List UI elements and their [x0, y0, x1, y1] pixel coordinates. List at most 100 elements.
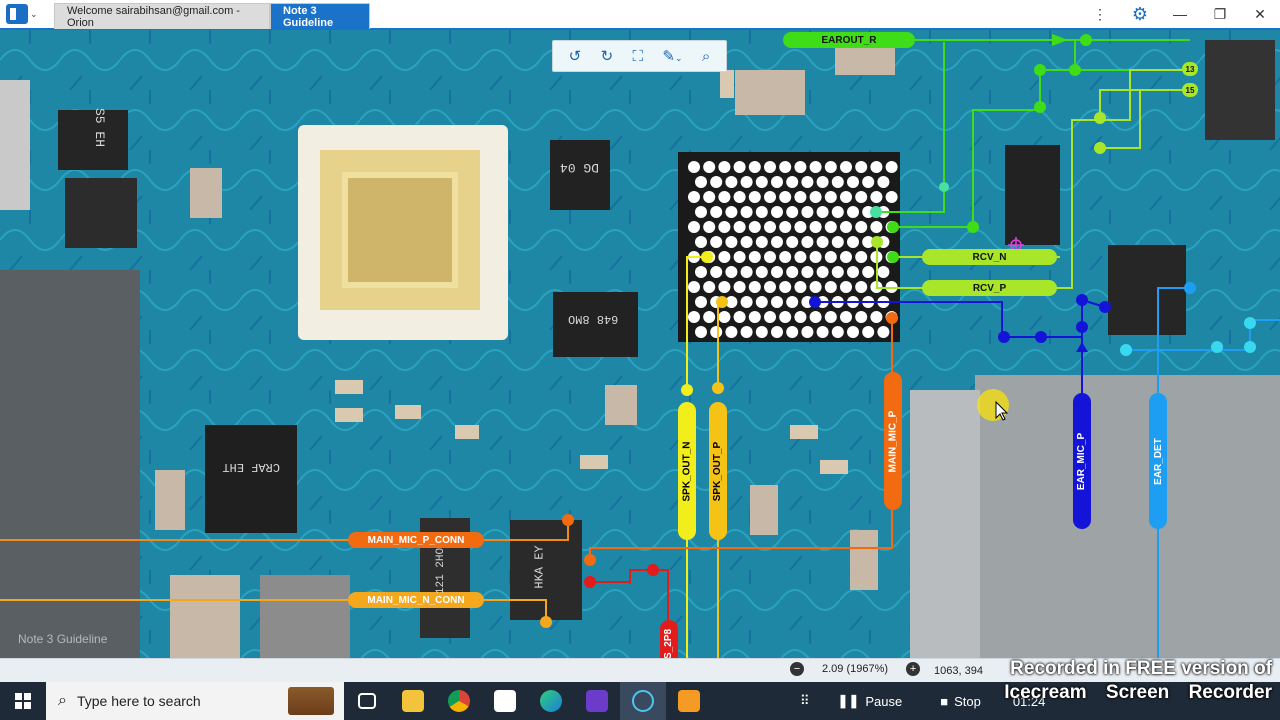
signal-label-ear-det[interactable]: EAR_DET: [1149, 393, 1167, 529]
signal-label-rcv-n[interactable]: RCV_N: [922, 249, 1057, 265]
app-logo-icon: [6, 4, 28, 24]
bga-ball: [755, 236, 768, 248]
signal-text: EAROUT_R: [821, 34, 877, 46]
signal-label-main-mic-n-conn[interactable]: MAIN_MIC_N_CONN: [348, 592, 484, 608]
chrome-icon[interactable]: [436, 682, 482, 720]
app-menu-button[interactable]: ⌄: [0, 0, 44, 29]
zoom-in-button[interactable]: +: [906, 662, 921, 676]
title-bar: ⌄ Welcome sairabihsan@gmail.com - Orion …: [0, 0, 1280, 30]
bga-ball: [703, 221, 716, 233]
signal-label-earout-r[interactable]: EAROUT_R: [783, 32, 915, 48]
edge-icon[interactable]: [528, 682, 574, 720]
bga-ball: [764, 191, 776, 203]
gear-icon[interactable]: ⚙: [1120, 4, 1160, 25]
bga-ball: [786, 176, 799, 188]
bga-ball: [718, 161, 731, 173]
bga-ball: [794, 311, 807, 323]
bga-ball: [695, 176, 707, 188]
canvas-watermark: Note 3 Guideline: [18, 632, 108, 646]
bga-ball: [794, 251, 807, 263]
chevron-down-icon[interactable]: ⌄: [675, 53, 683, 63]
chevron-down-icon: ⌄: [30, 8, 38, 19]
bga-ball: [733, 191, 746, 203]
bga-ball: [847, 176, 859, 188]
board-canvas[interactable]: EAROUT_R RCV_N RCV_P MAIN_MIC_P_CONN MAI…: [0, 30, 1280, 658]
search-icon: ⌕: [58, 692, 67, 709]
bga-ball: [809, 161, 822, 173]
minimize-icon[interactable]: —: [1160, 6, 1200, 22]
bga-ball: [877, 266, 890, 278]
bga-ball: [877, 326, 890, 338]
bga-ball: [809, 311, 822, 323]
bga-ball: [885, 191, 898, 203]
bga-ball: [816, 266, 829, 278]
bga-ball: [794, 161, 807, 173]
bga-ball: [794, 191, 807, 203]
bga-ball: [824, 251, 837, 263]
restore-icon[interactable]: ❐: [1200, 6, 1240, 23]
recorder-watermark: Recorded in FREE version of Icecream Scr…: [962, 657, 1280, 707]
bga-ball: [779, 251, 792, 263]
app-window: ⌄ Welcome sairabihsan@gmail.com - Orion …: [0, 0, 1280, 720]
orion-icon[interactable]: [620, 682, 666, 720]
bga-ball: [740, 206, 753, 218]
bga-ball: [748, 221, 761, 233]
tab-welcome-label: Welcome sairabihsan@gmail.com - Orion: [67, 4, 240, 29]
pin-label-15: 15: [1182, 83, 1198, 97]
close-icon[interactable]: ✕: [1240, 6, 1280, 23]
file-explorer-icon[interactable]: [390, 682, 436, 720]
recorder-watermark-line1: Recorded in FREE version of: [1010, 658, 1272, 679]
bga-ball: [809, 191, 822, 203]
media-icon[interactable]: [574, 682, 620, 720]
signal-label-rcv-p[interactable]: RCV_P: [922, 280, 1057, 296]
rotate-left-icon[interactable]: ↺: [569, 47, 582, 65]
bga-ball: [725, 326, 738, 338]
tab-note3-guideline[interactable]: Note 3 Guideline: [270, 3, 370, 29]
bga-ball: [733, 161, 746, 173]
bga-ball: [809, 251, 822, 263]
windows-start-icon[interactable]: [0, 682, 46, 720]
signal-label-main-mic-p-conn[interactable]: MAIN_MIC_P_CONN: [348, 532, 484, 548]
pause-icon: ❚❚: [837, 693, 860, 708]
bga-ball: [748, 251, 761, 263]
bga-ball: [688, 281, 700, 293]
zoom-out-button[interactable]: −: [790, 662, 804, 676]
search-icon[interactable]: ⌕: [702, 48, 710, 65]
rotate-right-icon[interactable]: ↻: [601, 47, 614, 65]
bga-ball: [847, 236, 859, 248]
bga-ball: [840, 191, 852, 203]
pen-tool-icon[interactable]: ✎⌄: [662, 47, 682, 65]
bga-ball: [764, 281, 776, 293]
signal-label-spk-out-n[interactable]: SPK_OUT_N: [678, 402, 696, 540]
bga-ball: [771, 266, 783, 278]
bga-ball: [794, 221, 807, 233]
tab-welcome[interactable]: Welcome sairabihsan@gmail.com - Orion: [54, 3, 270, 29]
pause-button[interactable]: ❚❚ Pause: [838, 693, 903, 709]
taskbar-search-input[interactable]: ⌕ Type here to search: [46, 682, 344, 720]
bga-ball: [755, 206, 768, 218]
bga-ball: [779, 281, 792, 293]
bga-ball: [779, 161, 792, 173]
bga-ball: [755, 296, 768, 308]
bga-ball: [710, 176, 723, 188]
signal-label-mic-bias[interactable]: VAS_2P8: [660, 620, 678, 658]
signal-label-spk-out-p[interactable]: SPK_OUT_P: [709, 402, 727, 540]
signal-label-main-mic-p[interactable]: MAIN_MIC_P: [884, 372, 902, 510]
recorder-icon[interactable]: [666, 682, 712, 720]
drag-handle-icon[interactable]: ⠿: [800, 693, 810, 709]
bga-ball: [840, 221, 852, 233]
fit-screen-icon[interactable]: ⛶: [633, 48, 644, 65]
signal-label-ear-mic-p[interactable]: EAR_MIC_P: [1073, 393, 1091, 529]
more-vertical-icon[interactable]: ⋮: [1080, 6, 1120, 23]
signal-text: VAS_2P8: [663, 628, 675, 658]
task-view-icon[interactable]: [344, 682, 390, 720]
bga-ball: [710, 206, 723, 218]
capcut-icon[interactable]: [482, 682, 528, 720]
bga-ball: [740, 236, 753, 248]
bga-ball: [764, 161, 776, 173]
bga-ball: [725, 266, 738, 278]
bga-ball: [748, 161, 761, 173]
tab-note3-label: Note 3 Guideline: [283, 4, 334, 29]
signal-text: RCV_N: [972, 251, 1007, 263]
bga-ball: [725, 206, 738, 218]
